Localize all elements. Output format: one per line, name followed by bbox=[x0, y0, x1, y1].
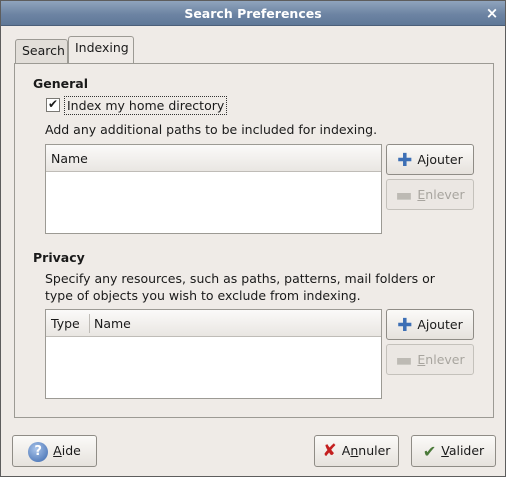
validate-icon: ✔ bbox=[422, 441, 437, 461]
paths-description: Add any additional paths to be included … bbox=[45, 122, 378, 137]
privacy-section-title: Privacy bbox=[33, 250, 85, 265]
tab-search[interactable]: Search bbox=[15, 39, 68, 63]
index-home-label[interactable]: Index my home directory bbox=[64, 96, 228, 115]
search-preferences-window: Search Preferences × Search Indexing Gen… bbox=[0, 0, 506, 477]
add-exclusion-button[interactable]: ✚ Ajouter bbox=[386, 309, 474, 340]
window-title: Search Preferences bbox=[184, 6, 322, 21]
help-icon: ? bbox=[28, 441, 49, 462]
include-paths-list[interactable]: Name bbox=[45, 144, 382, 234]
title-bar: Search Preferences × bbox=[1, 1, 505, 26]
list-header: Type Name bbox=[46, 310, 381, 337]
ok-button[interactable]: ✔ Valider bbox=[411, 435, 496, 467]
cancel-icon: ✘ bbox=[322, 441, 337, 461]
remove-path-button[interactable]: ▬ Enlever bbox=[386, 179, 474, 210]
minus-icon: ▬ bbox=[395, 349, 413, 371]
help-button[interactable]: ? Aide bbox=[12, 435, 97, 467]
plus-icon: ✚ bbox=[397, 149, 413, 171]
column-header-type[interactable]: Type bbox=[46, 310, 80, 337]
minus-icon: ▬ bbox=[395, 184, 413, 206]
cancel-button[interactable]: ✘ Annuler bbox=[314, 435, 399, 467]
privacy-description-line2: type of objects you wish to exclude from… bbox=[45, 288, 361, 303]
index-home-checkbox[interactable]: ✔ bbox=[46, 98, 60, 112]
tab-indexing[interactable]: Indexing bbox=[68, 36, 134, 63]
general-section-title: General bbox=[33, 76, 88, 91]
remove-exclusion-button[interactable]: ▬ Enlever bbox=[386, 344, 474, 375]
add-path-button[interactable]: ✚ Ajouter bbox=[386, 144, 474, 175]
privacy-description-line1: Specify any resources, such as paths, pa… bbox=[45, 271, 435, 286]
exclude-resources-list[interactable]: Type Name bbox=[45, 309, 382, 399]
list-header: Name bbox=[46, 145, 381, 172]
column-header-name[interactable]: Name bbox=[89, 310, 131, 337]
close-icon[interactable]: × bbox=[484, 5, 500, 21]
column-header-name[interactable]: Name bbox=[46, 145, 88, 172]
plus-icon: ✚ bbox=[397, 314, 413, 336]
